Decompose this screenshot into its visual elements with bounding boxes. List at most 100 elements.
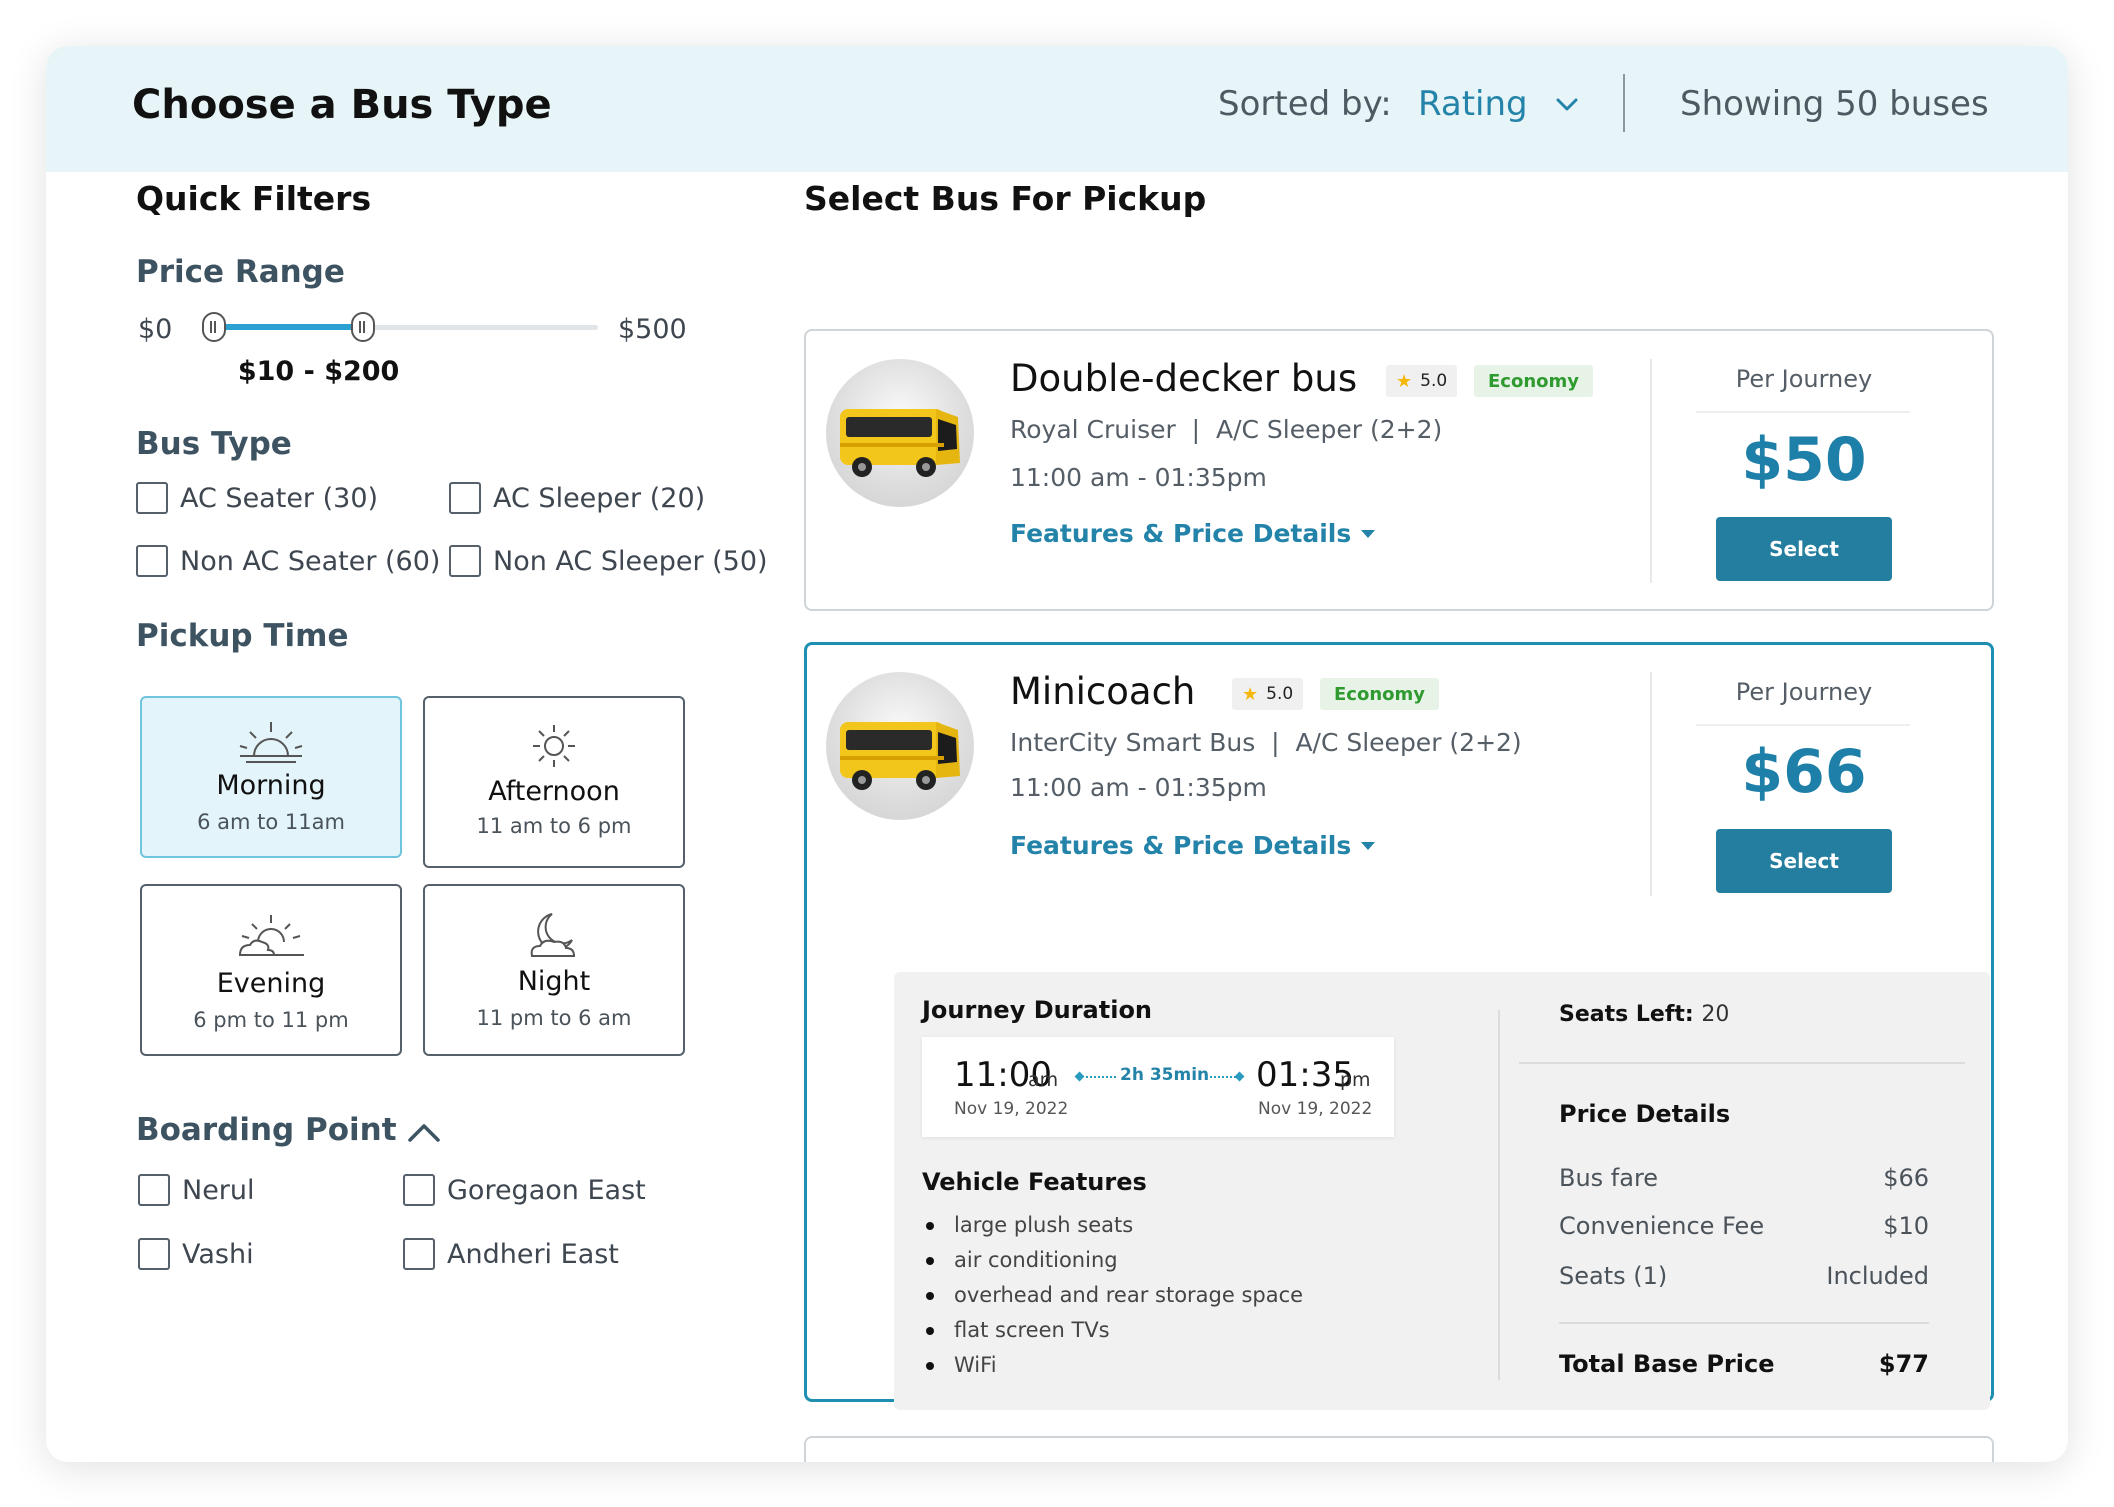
journey-details-panel: Journey Duration 11:00 am Nov 19, 2022 2… [894,972,1990,1410]
arrive-ampm: pm [1340,1069,1371,1091]
details-divider [1498,1010,1500,1380]
bus-operator-type: InterCity Smart Bus | A/C Sleeper (2+2) [1010,728,1522,757]
star-icon: ★ [1396,370,1413,392]
price-slider-max-handle[interactable] [350,312,375,342]
journey-duration: 2h 35min [1120,1065,1210,1085]
bus-operator-type: Royal Cruiser | A/C Sleeper (2+2) [1010,415,1443,444]
class-badge: Economy [1320,678,1440,710]
features-price-details-link[interactable]: Features & Price Details [1010,519,1376,548]
pickup-slot-afternoon[interactable]: Afternoon 11 am to 6 pm [423,696,685,868]
bus-icon [840,409,960,477]
slot-name: Evening [216,968,326,999]
price-rule [1696,724,1910,726]
slot-name: Night [517,966,591,997]
price-row-bus-fare: Bus fare $66 [1559,1164,1929,1192]
list-item: overhead and rear storage space [922,1280,1303,1315]
card-divider [1650,672,1652,896]
select-button[interactable]: Select [1716,829,1892,893]
caret-down-icon [1361,841,1376,850]
pickup-time-label: Pickup Time [136,618,349,654]
checkbox[interactable] [403,1238,435,1270]
route-end-dot [1234,1071,1245,1082]
boarding-vashi[interactable]: Vashi [138,1238,254,1270]
price-rule [1696,411,1910,413]
star-icon: ★ [1242,683,1259,705]
bus-card: Double-decker bus ★ 5.0 Economy Royal Cru… [804,329,1994,611]
details-rule [1559,1322,1929,1324]
slot-range: 11 am to 6 pm [476,814,632,838]
checkbox[interactable] [449,482,481,514]
checkbox[interactable] [403,1174,435,1206]
bus-selection-panel: Choose a Bus Type Sorted by: Rating Show… [46,46,2068,1462]
price-row-total: Total Base Price $77 [1559,1350,1929,1378]
journey-duration-box: 11:00 am Nov 19, 2022 2h 35min 01:35 pm … [922,1037,1394,1137]
bus-type-non-ac-seater[interactable]: Non AC Seater (60) [136,545,440,577]
slot-range: 6 am to 11am [197,810,345,834]
price-row-convenience-fee: Convenience Fee $10 [1559,1212,1929,1240]
sort-label: Sorted by: [1218,84,1392,124]
boarding-goregaon-east[interactable]: Goregaon East [403,1174,646,1206]
price-slider-min-handle[interactable] [201,312,226,342]
checkbox[interactable] [136,482,168,514]
sunset-cloud-icon [238,915,304,956]
bus-photo [826,672,974,820]
results-count: Showing 50 buses [1680,84,1989,124]
bus-price: $66 [1741,737,1867,807]
sun-icon [533,725,575,767]
slot-range: 6 pm to 11 pm [193,1008,349,1032]
price-slider-fill [213,324,363,330]
pickup-slot-morning[interactable]: Morning 6 am to 11am [140,696,402,858]
slot-name: Morning [216,770,326,801]
rating-badge: ★ 5.0 [1386,365,1458,397]
header-bar: Choose a Bus Type Sorted by: Rating Show… [46,46,2068,172]
bus-price: $50 [1741,425,1867,495]
depart-ampm: am [1028,1069,1059,1091]
checkbox[interactable] [136,545,168,577]
route-line [1086,1076,1116,1078]
checkbox[interactable] [138,1174,170,1206]
pickup-slot-evening[interactable]: Evening 6 pm to 11 pm [140,884,402,1056]
slot-range: 11 pm to 6 am [476,1006,632,1030]
bus-type-ac-seater[interactable]: AC Seater (30) [136,482,378,514]
bus-type-ac-sleeper[interactable]: AC Sleeper (20) [449,482,705,514]
per-journey-label: Per Journey [1735,365,1873,393]
pickup-slot-night[interactable]: Night 11 pm to 6 am [423,884,685,1056]
list-item: flat screen TVs [922,1315,1303,1350]
arrive-date: Nov 19, 2022 [1258,1099,1373,1119]
journey-duration-label: Journey Duration [922,996,1153,1024]
price-range-value: $10 - $200 [237,356,400,387]
route-start-dot [1074,1071,1085,1082]
boarding-nerul[interactable]: Nerul [138,1174,255,1206]
bus-name: Minicoach [1010,670,1196,713]
features-price-details-link[interactable]: Features & Price Details [1010,831,1376,860]
checkbox[interactable] [138,1238,170,1270]
chevron-up-icon[interactable] [406,1118,442,1146]
bus-name: Double-decker bus [1010,357,1358,400]
price-row-seats: Seats (1) Included [1559,1262,1929,1290]
chevron-down-icon[interactable] [1554,92,1580,118]
seats-left: Seats Left: 20 [1559,1002,1730,1027]
price-details-label: Price Details [1559,1100,1731,1128]
list-item: large plush seats [922,1210,1303,1245]
list-item: WiFi [922,1350,1303,1385]
boarding-andheri-east[interactable]: Andheri East [403,1238,619,1270]
bus-time: 11:00 am - 01:35pm [1010,773,1267,802]
sort-dropdown[interactable]: Rating [1418,84,1528,124]
slot-name: Afternoon [488,776,620,807]
price-range-label: Price Range [136,254,345,290]
depart-date: Nov 19, 2022 [954,1099,1069,1119]
caret-down-icon [1361,529,1376,538]
bus-icon [840,722,960,790]
select-button[interactable]: Select [1716,517,1892,581]
card-divider [1650,359,1652,583]
bus-time: 11:00 am - 01:35pm [1010,463,1267,492]
boarding-point-label: Boarding Point [136,1112,397,1148]
details-rule [1519,1062,1965,1064]
per-journey-label: Per Journey [1735,678,1873,706]
list-item: air conditioning [922,1245,1303,1280]
checkbox[interactable] [449,545,481,577]
bus-photo [826,359,974,507]
vehicle-features-label: Vehicle Features [922,1168,1147,1196]
bus-type-non-ac-sleeper[interactable]: Non AC Sleeper (50) [449,545,768,577]
vehicle-features-list: large plush seats air conditioning overh… [922,1210,1303,1385]
